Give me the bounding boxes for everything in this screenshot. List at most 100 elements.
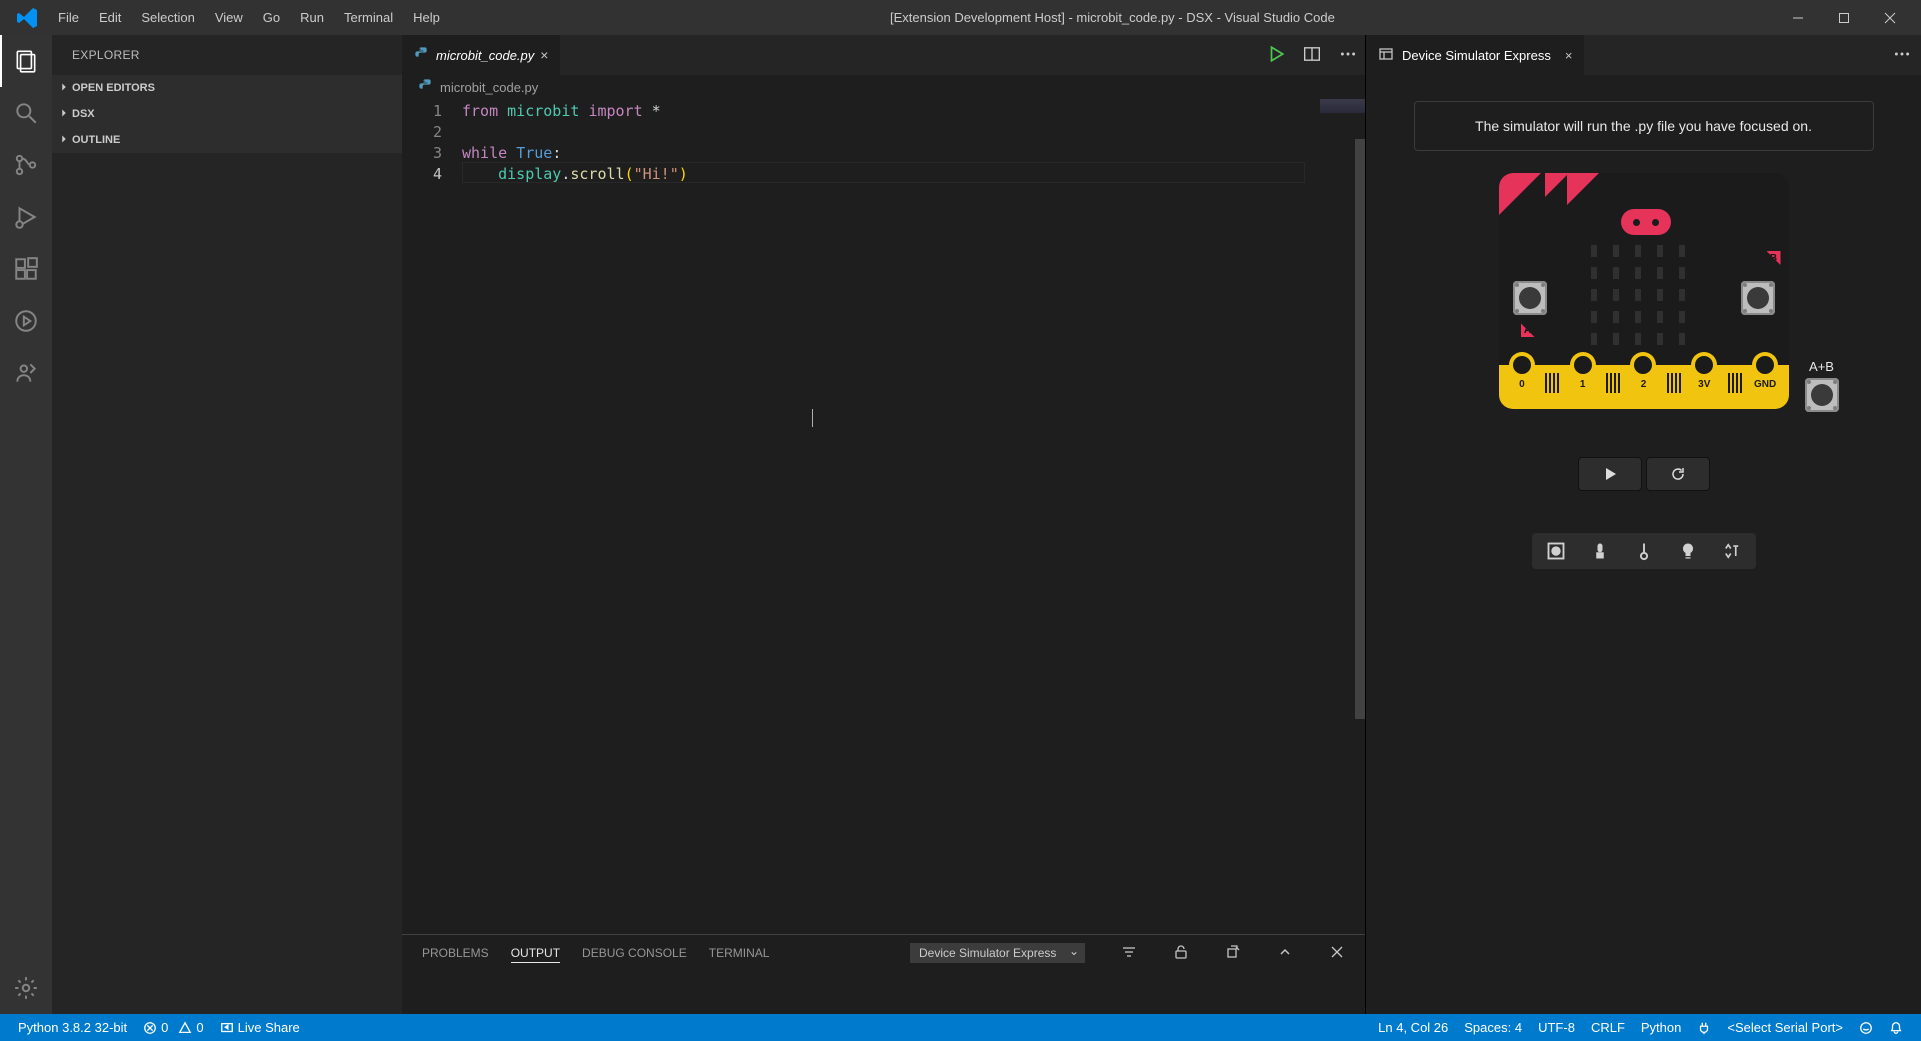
simulator-controls xyxy=(1578,457,1710,491)
status-device-plug-icon[interactable] xyxy=(1689,1021,1719,1035)
clear-output-icon[interactable] xyxy=(1225,944,1241,963)
outline-section[interactable]: OUTLINE xyxy=(52,127,402,153)
minimap-slider[interactable] xyxy=(1355,139,1365,719)
status-problems[interactable]: 0 0 xyxy=(135,1020,211,1035)
menu-file[interactable]: File xyxy=(48,6,89,29)
editor-tabs: microbit_code.py × xyxy=(402,35,1365,75)
gesture-sensor-icon[interactable] xyxy=(1722,541,1742,561)
split-editor-icon[interactable] xyxy=(1303,45,1321,66)
folder-label: DSX xyxy=(72,108,95,120)
filter-icon[interactable] xyxy=(1121,944,1137,963)
menu-help[interactable]: Help xyxy=(403,6,450,29)
pin-2[interactable]: 2 xyxy=(1620,365,1667,378)
maximize-button[interactable] xyxy=(1821,0,1867,35)
menu-bar: File Edit Selection View Go Run Terminal… xyxy=(48,6,450,29)
text-cursor-icon xyxy=(812,409,813,427)
status-python-version[interactable]: Python 3.8.2 32-bit xyxy=(10,1020,135,1035)
light-sensor-icon[interactable] xyxy=(1678,541,1698,561)
panel-tab-terminal[interactable]: TERMINAL xyxy=(709,944,770,962)
simulator-tab[interactable]: Device Simulator Express × xyxy=(1366,35,1584,75)
microbit-button-b[interactable] xyxy=(1741,281,1775,315)
code-token: microbit xyxy=(507,102,579,120)
line-number: 1 xyxy=(402,101,442,122)
search-activity-icon[interactable] xyxy=(0,87,52,139)
liveshare-activity-icon[interactable] xyxy=(0,347,52,399)
lock-scroll-icon[interactable] xyxy=(1173,944,1189,963)
output-channel-dropdown[interactable]: Device Simulator Express xyxy=(910,943,1085,963)
simulator-message: The simulator will run the .py file you … xyxy=(1414,101,1874,151)
explorer-activity-icon[interactable] xyxy=(0,35,52,87)
pin-0[interactable]: 0 xyxy=(1499,365,1546,378)
python-file-icon xyxy=(414,46,430,65)
editor-tab-microbit-code[interactable]: microbit_code.py × xyxy=(402,35,561,75)
menu-edit[interactable]: Edit xyxy=(89,6,131,29)
code-token: from xyxy=(462,102,498,120)
pin-label: GND xyxy=(1754,379,1776,390)
panel-tab-debug-console[interactable]: DEBUG CONSOLE xyxy=(582,944,687,962)
refresh-button[interactable] xyxy=(1646,457,1710,491)
pin-gnd[interactable]: GND xyxy=(1742,365,1789,378)
more-actions-icon[interactable] xyxy=(1339,45,1357,66)
tab-label: microbit_code.py xyxy=(436,48,534,63)
pin-3v[interactable]: 3V xyxy=(1681,365,1728,378)
menu-go[interactable]: Go xyxy=(253,6,290,29)
panel-tab-problems[interactable]: PROBLEMS xyxy=(422,944,489,962)
minimap[interactable] xyxy=(1315,99,1365,934)
panel-tab-output[interactable]: OUTPUT xyxy=(511,944,560,963)
status-indent[interactable]: Spaces: 4 xyxy=(1456,1020,1530,1035)
status-feedback-icon[interactable] xyxy=(1851,1021,1881,1035)
breadcrumb[interactable]: microbit_code.py xyxy=(402,75,1365,99)
status-live-share[interactable]: Live Share xyxy=(212,1020,308,1035)
status-cursor-position[interactable]: Ln 4, Col 26 xyxy=(1370,1020,1456,1035)
button-a-label: A xyxy=(1521,323,1535,337)
play-button[interactable] xyxy=(1578,457,1642,491)
minimize-button[interactable] xyxy=(1775,0,1821,35)
close-tab-icon[interactable]: × xyxy=(1565,48,1573,63)
temperature-sensor-icon[interactable] xyxy=(1634,541,1654,561)
pin-1[interactable]: 1 xyxy=(1559,365,1606,378)
status-serial-port[interactable]: <Select Serial Port> xyxy=(1719,1020,1851,1035)
push-button-sensor-icon[interactable] xyxy=(1546,541,1566,561)
close-tab-icon[interactable]: × xyxy=(540,47,548,63)
settings-gear-icon[interactable] xyxy=(0,962,52,1014)
status-encoding[interactable]: UTF-8 xyxy=(1530,1020,1583,1035)
status-language-mode[interactable]: Python xyxy=(1633,1020,1689,1035)
pin-label: 1 xyxy=(1580,379,1586,390)
motion-sensor-icon[interactable] xyxy=(1590,541,1610,561)
status-bar: Python 3.8.2 32-bit 0 0 Live Share Ln 4,… xyxy=(0,1014,1921,1041)
close-panel-icon[interactable] xyxy=(1329,944,1345,963)
code-token: import xyxy=(588,102,642,120)
board-decor-icon xyxy=(1545,173,1569,197)
code-token: display xyxy=(498,165,561,183)
run-file-icon[interactable] xyxy=(1267,45,1285,66)
scm-activity-icon[interactable] xyxy=(0,139,52,191)
open-editors-section[interactable]: OPEN EDITORS xyxy=(52,75,402,101)
menu-run[interactable]: Run xyxy=(290,6,334,29)
sensor-toolbar xyxy=(1532,533,1756,569)
menu-terminal[interactable]: Terminal xyxy=(334,6,403,29)
close-button[interactable] xyxy=(1867,0,1913,35)
status-bell-icon[interactable] xyxy=(1881,1021,1911,1035)
menu-selection[interactable]: Selection xyxy=(131,6,204,29)
run-debug-activity-icon[interactable] xyxy=(0,191,52,243)
menu-view[interactable]: View xyxy=(205,6,253,29)
folder-section[interactable]: DSX xyxy=(52,101,402,127)
pin-label: 3V xyxy=(1698,379,1710,390)
microbit-button-a[interactable] xyxy=(1513,281,1547,315)
microbit-simulator[interactable]: A B 0 1 xyxy=(1499,173,1789,409)
code-body[interactable]: from microbit import * while True: displ… xyxy=(462,99,1365,934)
maximize-panel-icon[interactable] xyxy=(1277,944,1293,963)
explorer-sidebar: Explorer OPEN EDITORS DSX OUTLINE xyxy=(52,35,402,1014)
chevron-right-icon xyxy=(56,106,72,123)
microbit-button-ab[interactable] xyxy=(1805,378,1839,412)
pin-label: 0 xyxy=(1519,379,1525,390)
status-eol[interactable]: CRLF xyxy=(1583,1020,1633,1035)
extensions-activity-icon[interactable] xyxy=(0,243,52,295)
minimap-overview xyxy=(1320,99,1365,113)
code-editor[interactable]: 1 2 3 4 from microbit import * while Tru… xyxy=(402,99,1365,934)
activity-bar xyxy=(0,35,52,1014)
button-b-label: B xyxy=(1767,251,1781,265)
device-simulator-activity-icon[interactable] xyxy=(0,295,52,347)
line-number: 2 xyxy=(402,122,442,143)
more-actions-icon[interactable] xyxy=(1893,45,1911,66)
